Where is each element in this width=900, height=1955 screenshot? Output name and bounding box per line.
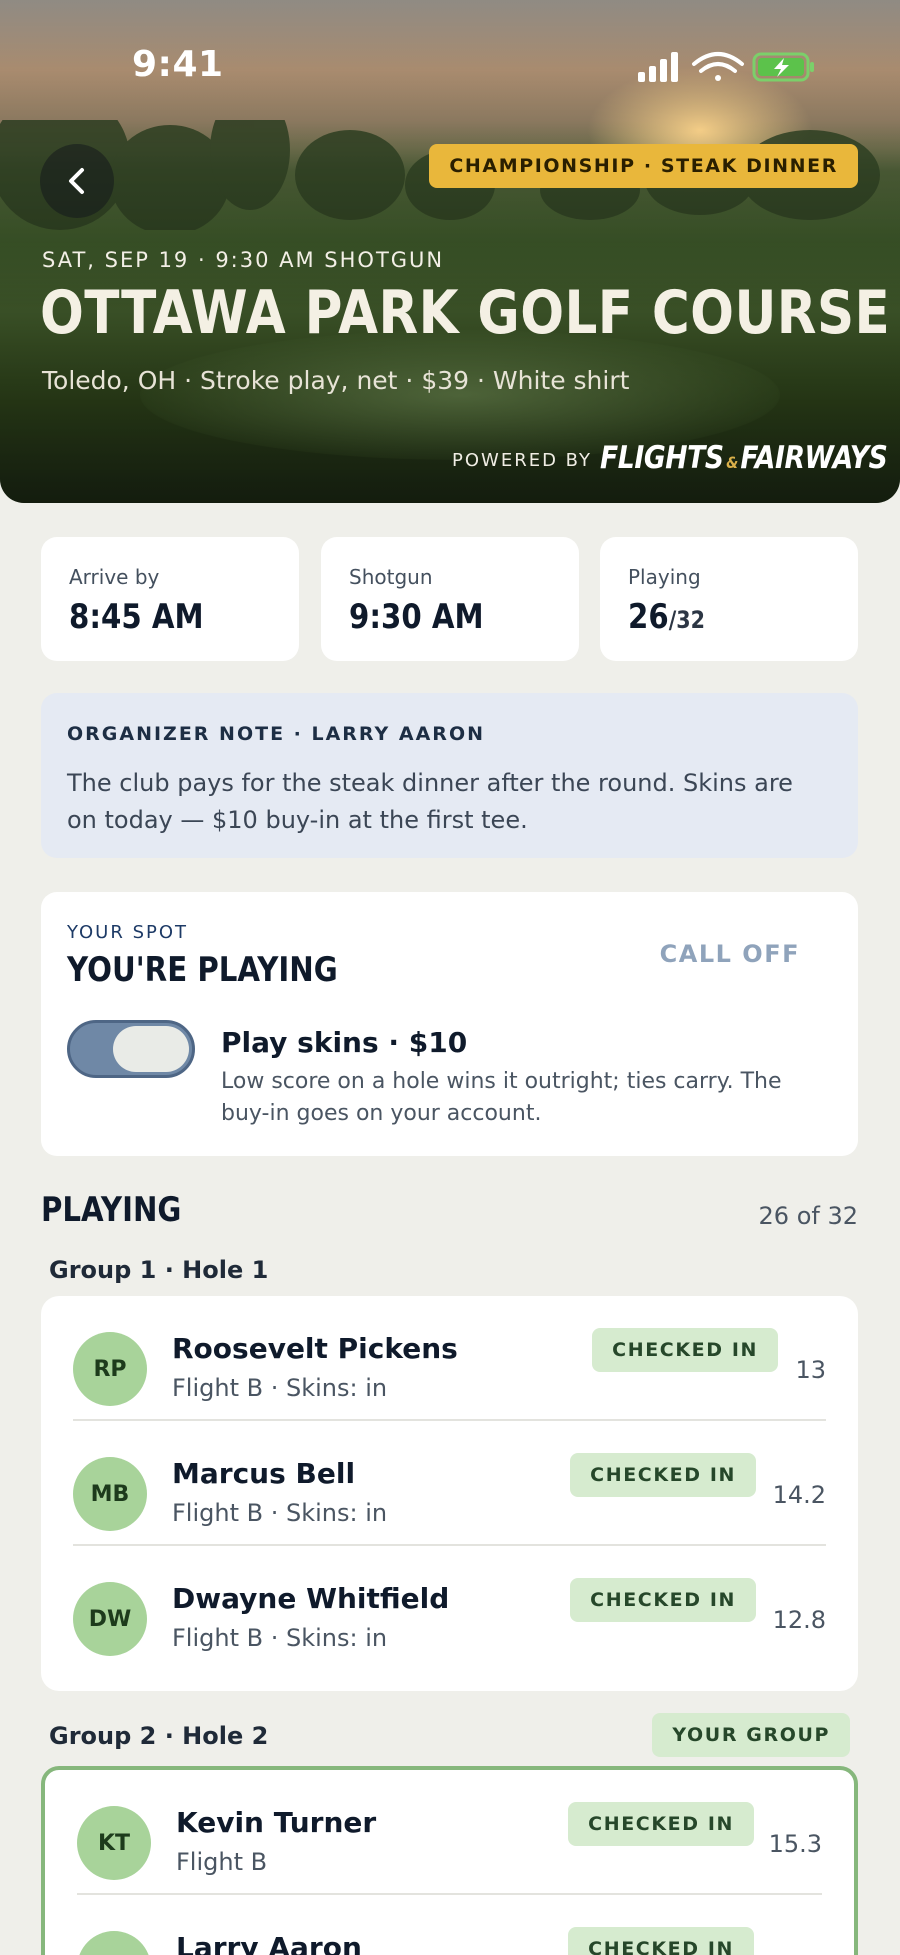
group-header: Group 2 · Hole 2 [49, 1722, 269, 1750]
checked-in-badge: CHECKED IN [568, 1927, 754, 1955]
your-spot-label: YOUR SPOT [67, 922, 189, 943]
back-button[interactable] [40, 144, 114, 218]
handicap-value: 14.2 [772, 1481, 826, 1509]
player-details: Flight B [176, 1848, 268, 1876]
your-group-badge: YOUR GROUP [652, 1713, 850, 1757]
handicap-value: 15.3 [768, 1830, 822, 1858]
avatar: DW [73, 1582, 147, 1656]
your-spot-card: YOUR SPOT YOU'RE PLAYING CALL OFF Play s… [41, 892, 858, 1156]
chevron-left-icon [69, 168, 84, 194]
event-type-badge: CHAMPIONSHIP · STEAK DINNER [429, 144, 858, 188]
status-icons [638, 52, 814, 82]
player-name: Marcus Bell [172, 1457, 356, 1490]
player-row[interactable]: MB Marcus Bell Flight B · Skins: in CHEC… [41, 1421, 858, 1546]
organizer-note-label: ORGANIZER NOTE · LARRY AARON [67, 723, 485, 745]
checked-in-badge: CHECKED IN [570, 1453, 756, 1497]
checked-in-badge: CHECKED IN [592, 1328, 778, 1372]
event-meta: Toledo, OH · Stroke play, net · $39 · Wh… [42, 366, 630, 395]
skins-title: Play skins · $10 [221, 1026, 468, 1059]
player-details: Flight B · Skins: in [172, 1624, 388, 1652]
group-header: Group 1 · Hole 1 [49, 1256, 269, 1284]
player-name: Kevin Turner [176, 1806, 377, 1839]
player-details: Flight B · Skins: in [172, 1499, 388, 1527]
your-spot-status: YOU'RE PLAYING [67, 950, 338, 990]
toggle-knob [113, 1026, 189, 1072]
handicap-value: 13 [795, 1356, 826, 1384]
playing-section-title: PLAYING [41, 1190, 182, 1230]
handicap-value: 12.8 [772, 1606, 826, 1634]
powered-by-label: POWERED BY [452, 450, 593, 471]
status-time: 9:41 [132, 44, 224, 85]
avatar: MB [73, 1457, 147, 1531]
player-name: Dwayne Whitfield [172, 1582, 450, 1615]
player-row[interactable]: LA Larry Aaron CHECKED IN [45, 1895, 854, 1955]
skins-description: Low score on a hole wins it outright; ti… [221, 1069, 782, 1126]
player-row[interactable]: DW Dwayne Whitfield Flight B · Skins: in… [41, 1546, 858, 1671]
organizer-note-text: The club pays for the steak dinner after… [67, 769, 793, 834]
wifi-icon [692, 52, 744, 81]
organizer-note: ORGANIZER NOTE · LARRY AARON The club pa… [41, 693, 858, 858]
battery-icon [752, 52, 814, 82]
call-off-button[interactable]: CALL OFF [660, 940, 800, 968]
player-details: Flight B · Skins: in [172, 1374, 388, 1402]
avatar: LA [77, 1931, 151, 1955]
brand-logo: FLIGHTS &FAIRWAYS [600, 440, 888, 476]
checked-in-badge: CHECKED IN [568, 1802, 754, 1846]
player-row[interactable]: KT Kevin Turner Flight B CHECKED IN 15.3 [45, 1770, 854, 1895]
group-card-mine: KT Kevin Turner Flight B CHECKED IN 15.3… [41, 1766, 858, 1955]
event-title: OTTAWA PARK GOLF COURSE [40, 278, 891, 348]
stat-arrive-by: Arrive by 8:45 AM [41, 537, 299, 661]
skins-toggle[interactable] [67, 1020, 195, 1078]
player-row[interactable]: RP Roosevelt Pickens Flight B · Skins: i… [41, 1296, 858, 1421]
avatar: KT [77, 1806, 151, 1880]
group-card: RP Roosevelt Pickens Flight B · Skins: i… [41, 1296, 858, 1691]
playing-count: 26 of 32 [758, 1202, 858, 1230]
avatar: RP [73, 1332, 147, 1406]
event-hero: 9:41 CHAMPIONSHIP · STEAK DINNER SAT, SE… [0, 0, 900, 503]
stat-shotgun: Shotgun 9:30 AM [321, 537, 579, 661]
player-name: Roosevelt Pickens [172, 1332, 458, 1365]
event-datetime: SAT, SEP 19 · 9:30 AM SHOTGUN [42, 248, 445, 272]
signal-icon [638, 52, 678, 82]
stat-playing: Playing 26/32 [600, 537, 858, 661]
player-name: Larry Aaron [176, 1931, 362, 1955]
checked-in-badge: CHECKED IN [570, 1578, 756, 1622]
